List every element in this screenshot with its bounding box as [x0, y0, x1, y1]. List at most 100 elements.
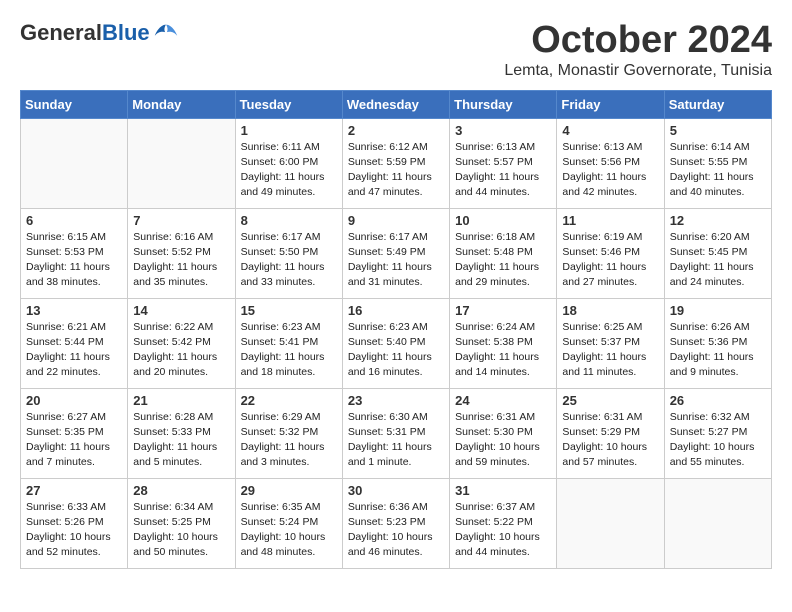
day-number: 30 — [348, 483, 444, 498]
day-number: 28 — [133, 483, 229, 498]
day-number: 23 — [348, 393, 444, 408]
logo-text: GeneralBlue — [20, 20, 150, 46]
day-number: 12 — [670, 213, 766, 228]
logo-blue: Blue — [102, 20, 150, 45]
cell-info: Sunrise: 6:11 AMSunset: 6:00 PMDaylight:… — [241, 140, 337, 201]
weekday-header-cell: Tuesday — [235, 90, 342, 118]
calendar-day-cell: 25 Sunrise: 6:31 AMSunset: 5:29 PMDayligh… — [557, 388, 664, 478]
month-title: October 2024 — [504, 20, 772, 62]
day-number: 18 — [562, 303, 658, 318]
day-number: 26 — [670, 393, 766, 408]
day-number: 15 — [241, 303, 337, 318]
calendar-day-cell: 24 Sunrise: 6:31 AMSunset: 5:30 PMDayligh… — [450, 388, 557, 478]
calendar-day-cell: 1 Sunrise: 6:11 AMSunset: 6:00 PMDaylight… — [235, 118, 342, 208]
calendar-day-cell: 2Sunrise: 6:12 AMSunset: 5:59 PMDaylight… — [342, 118, 449, 208]
weekday-header-cell: Thursday — [450, 90, 557, 118]
day-number: 8 — [241, 213, 337, 228]
cell-info: Sunrise: 6:34 AMSunset: 5:25 PMDaylight:… — [133, 500, 229, 561]
cell-info: Sunrise: 6:15 AMSunset: 5:53 PMDaylight:… — [26, 230, 122, 291]
logo: GeneralBlue — [20, 20, 180, 46]
cell-info: Sunrise: 6:31 AMSunset: 5:30 PMDaylight:… — [455, 410, 551, 471]
day-number: 13 — [26, 303, 122, 318]
day-number: 22 — [241, 393, 337, 408]
calendar-day-cell: 28 Sunrise: 6:34 AMSunset: 5:25 PMDayligh… — [128, 478, 235, 568]
cell-info: Sunrise: 6:29 AMSunset: 5:32 PMDaylight:… — [241, 410, 337, 471]
day-number: 9 — [348, 213, 444, 228]
weekday-header-cell: Wednesday — [342, 90, 449, 118]
cell-info: Sunrise: 6:31 AMSunset: 5:29 PMDaylight:… — [562, 410, 658, 471]
calendar-day-cell — [128, 118, 235, 208]
cell-info: Sunrise: 6:16 AMSunset: 5:52 PMDaylight:… — [133, 230, 229, 291]
day-number: 24 — [455, 393, 551, 408]
day-number: 11 — [562, 213, 658, 228]
calendar-day-cell: 26 Sunrise: 6:32 AMSunset: 5:27 PMDayligh… — [664, 388, 771, 478]
cell-info: Sunrise: 6:17 AMSunset: 5:50 PMDaylight:… — [241, 230, 337, 291]
cell-info: Sunrise: 6:37 AMSunset: 5:22 PMDaylight:… — [455, 500, 551, 561]
weekday-header-cell: Saturday — [664, 90, 771, 118]
weekday-header-cell: Sunday — [21, 90, 128, 118]
day-number: 1 — [241, 123, 337, 138]
cell-info: Sunrise: 6:14 AMSunset: 5:55 PMDaylight:… — [670, 140, 766, 201]
cell-info: Sunrise: 6:13 AMSunset: 5:56 PMDaylight:… — [562, 140, 658, 201]
day-number: 16 — [348, 303, 444, 318]
cell-info: Sunrise: 6:25 AMSunset: 5:37 PMDaylight:… — [562, 320, 658, 381]
calendar-day-cell: 13 Sunrise: 6:21 AMSunset: 5:44 PMDayligh… — [21, 298, 128, 388]
cell-info: Sunrise: 6:22 AMSunset: 5:42 PMDaylight:… — [133, 320, 229, 381]
title-block: October 2024 Lemta, Monastir Governorate… — [504, 20, 772, 80]
calendar-day-cell — [21, 118, 128, 208]
cell-info: Sunrise: 6:23 AMSunset: 5:40 PMDaylight:… — [348, 320, 444, 381]
day-number: 2 — [348, 123, 444, 138]
cell-info: Sunrise: 6:20 AMSunset: 5:45 PMDaylight:… — [670, 230, 766, 291]
cell-info: Sunrise: 6:30 AMSunset: 5:31 PMDaylight:… — [348, 410, 444, 471]
day-number: 3 — [455, 123, 551, 138]
calendar-day-cell: 22 Sunrise: 6:29 AMSunset: 5:32 PMDayligh… — [235, 388, 342, 478]
day-number: 29 — [241, 483, 337, 498]
logo-bird-icon — [152, 22, 180, 44]
calendar-body: 1 Sunrise: 6:11 AMSunset: 6:00 PMDaylight… — [21, 118, 772, 568]
calendar-day-cell: 10Sunrise: 6:18 AMSunset: 5:48 PMDayligh… — [450, 208, 557, 298]
day-number: 14 — [133, 303, 229, 318]
day-number: 6 — [26, 213, 122, 228]
calendar-table: SundayMondayTuesdayWednesdayThursdayFrid… — [20, 90, 772, 569]
cell-info: Sunrise: 6:26 AMSunset: 5:36 PMDaylight:… — [670, 320, 766, 381]
cell-info: Sunrise: 6:17 AMSunset: 5:49 PMDaylight:… — [348, 230, 444, 291]
day-number: 31 — [455, 483, 551, 498]
cell-info: Sunrise: 6:35 AMSunset: 5:24 PMDaylight:… — [241, 500, 337, 561]
cell-info: Sunrise: 6:33 AMSunset: 5:26 PMDaylight:… — [26, 500, 122, 561]
weekday-header-cell: Friday — [557, 90, 664, 118]
calendar-day-cell: 9 Sunrise: 6:17 AMSunset: 5:49 PMDaylight… — [342, 208, 449, 298]
calendar-day-cell: 12 Sunrise: 6:20 AMSunset: 5:45 PMDayligh… — [664, 208, 771, 298]
weekday-header-cell: Monday — [128, 90, 235, 118]
calendar-week-row: 27Sunrise: 6:33 AMSunset: 5:26 PMDayligh… — [21, 478, 772, 568]
calendar-day-cell: 14 Sunrise: 6:22 AMSunset: 5:42 PMDayligh… — [128, 298, 235, 388]
calendar-day-cell: 18 Sunrise: 6:25 AMSunset: 5:37 PMDayligh… — [557, 298, 664, 388]
calendar-day-cell: 15 Sunrise: 6:23 AMSunset: 5:41 PMDayligh… — [235, 298, 342, 388]
day-number: 25 — [562, 393, 658, 408]
location-title: Lemta, Monastir Governorate, Tunisia — [504, 62, 772, 80]
calendar-day-cell: 21 Sunrise: 6:28 AMSunset: 5:33 PMDayligh… — [128, 388, 235, 478]
calendar-day-cell: 31 Sunrise: 6:37 AMSunset: 5:22 PMDayligh… — [450, 478, 557, 568]
day-number: 20 — [26, 393, 122, 408]
calendar-day-cell: 20Sunrise: 6:27 AMSunset: 5:35 PMDayligh… — [21, 388, 128, 478]
cell-info: Sunrise: 6:32 AMSunset: 5:27 PMDaylight:… — [670, 410, 766, 471]
cell-info: Sunrise: 6:21 AMSunset: 5:44 PMDaylight:… — [26, 320, 122, 381]
cell-info: Sunrise: 6:23 AMSunset: 5:41 PMDaylight:… — [241, 320, 337, 381]
cell-info: Sunrise: 6:18 AMSunset: 5:48 PMDaylight:… — [455, 230, 551, 291]
calendar-week-row: 20Sunrise: 6:27 AMSunset: 5:35 PMDayligh… — [21, 388, 772, 478]
cell-info: Sunrise: 6:28 AMSunset: 5:33 PMDaylight:… — [133, 410, 229, 471]
calendar-day-cell: 16 Sunrise: 6:23 AMSunset: 5:40 PMDayligh… — [342, 298, 449, 388]
calendar-day-cell: 29 Sunrise: 6:35 AMSunset: 5:24 PMDayligh… — [235, 478, 342, 568]
cell-info: Sunrise: 6:36 AMSunset: 5:23 PMDaylight:… — [348, 500, 444, 561]
calendar-day-cell: 17Sunrise: 6:24 AMSunset: 5:38 PMDayligh… — [450, 298, 557, 388]
day-number: 21 — [133, 393, 229, 408]
cell-info: Sunrise: 6:24 AMSunset: 5:38 PMDaylight:… — [455, 320, 551, 381]
calendar-day-cell: 8 Sunrise: 6:17 AMSunset: 5:50 PMDaylight… — [235, 208, 342, 298]
calendar-header-row: SundayMondayTuesdayWednesdayThursdayFrid… — [21, 90, 772, 118]
calendar-day-cell: 23 Sunrise: 6:30 AMSunset: 5:31 PMDayligh… — [342, 388, 449, 478]
day-number: 4 — [562, 123, 658, 138]
cell-info: Sunrise: 6:19 AMSunset: 5:46 PMDaylight:… — [562, 230, 658, 291]
calendar-day-cell — [664, 478, 771, 568]
calendar-week-row: 13 Sunrise: 6:21 AMSunset: 5:44 PMDayligh… — [21, 298, 772, 388]
calendar-day-cell: 19Sunrise: 6:26 AMSunset: 5:36 PMDayligh… — [664, 298, 771, 388]
calendar-day-cell: 4 Sunrise: 6:13 AMSunset: 5:56 PMDaylight… — [557, 118, 664, 208]
